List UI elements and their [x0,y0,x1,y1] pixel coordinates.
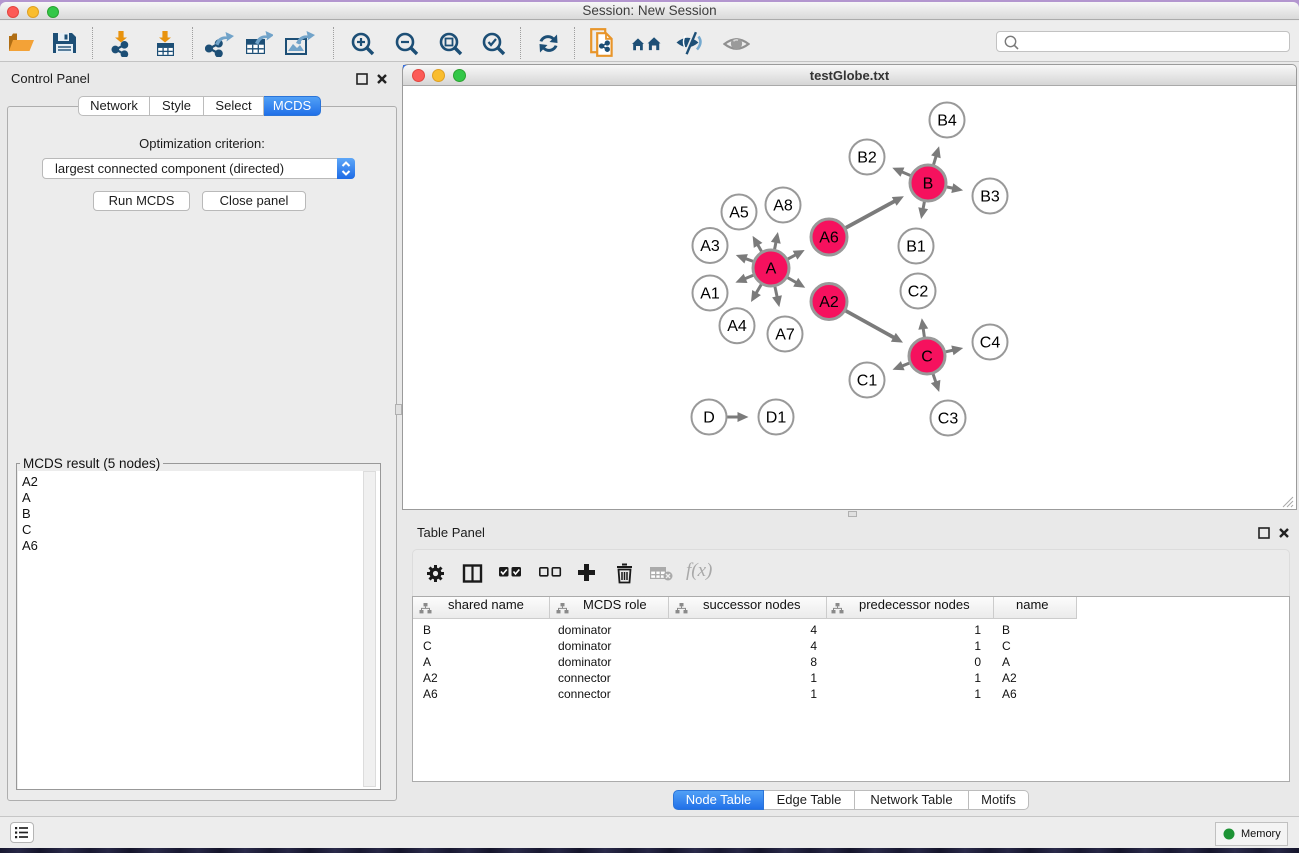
svg-text:A3: A3 [700,238,720,255]
svg-text:C1: C1 [857,373,878,390]
svg-text:A5: A5 [729,205,749,222]
svg-text:C3: C3 [938,411,959,428]
svg-text:B4: B4 [937,113,957,130]
svg-text:A8: A8 [773,198,793,215]
svg-text:C4: C4 [980,335,1001,352]
svg-text:A7: A7 [775,327,795,344]
svg-text:A4: A4 [727,318,747,335]
svg-text:A1: A1 [700,286,720,303]
svg-text:A6: A6 [819,230,839,247]
svg-text:B: B [923,176,934,193]
svg-text:B1: B1 [906,239,926,256]
svg-text:C2: C2 [908,284,929,301]
svg-text:D: D [703,410,715,427]
svg-text:C: C [921,349,933,366]
svg-text:B2: B2 [857,150,877,167]
svg-text:D1: D1 [766,410,787,427]
svg-text:A: A [766,261,777,278]
svg-text:B3: B3 [980,189,1000,206]
svg-text:A2: A2 [819,294,839,311]
